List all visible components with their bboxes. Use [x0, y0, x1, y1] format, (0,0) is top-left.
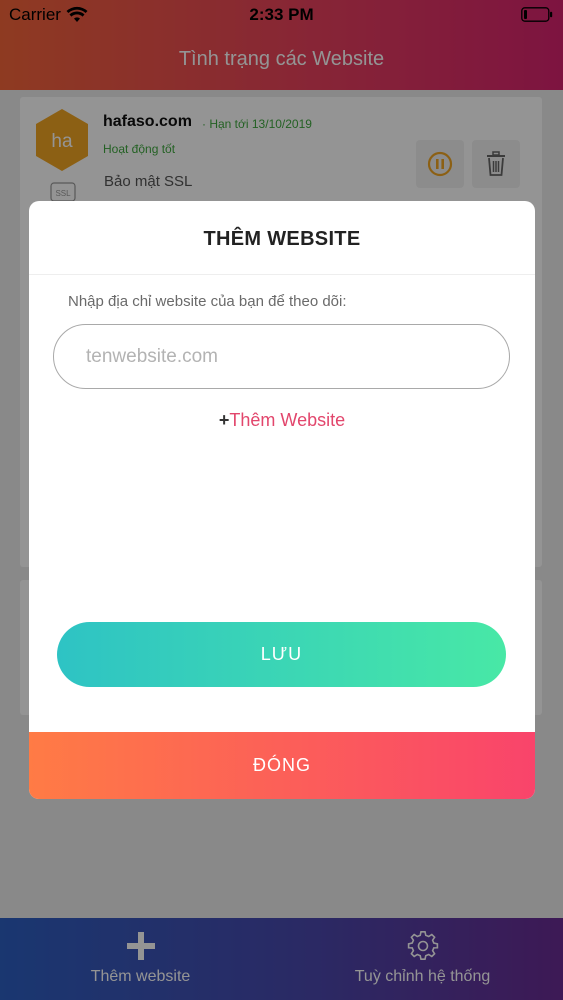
close-button[interactable]: ĐÓNG: [29, 732, 535, 799]
website-url-input[interactable]: [53, 324, 510, 389]
modal-divider: [29, 274, 535, 275]
add-website-link-label: Thêm Website: [229, 410, 346, 430]
save-button[interactable]: LƯU: [57, 622, 506, 687]
modal-title: THÊM WEBSITE: [203, 228, 361, 250]
add-plus-icon: +: [218, 410, 230, 430]
add-another-website-link[interactable]: +Thêm Website: [29, 410, 535, 431]
add-website-modal: THÊM WEBSITE Nhập địa chỉ website của bạ…: [29, 201, 535, 799]
modal-instruction: Nhập địa chỉ website của bạn để theo dõi…: [68, 293, 347, 310]
